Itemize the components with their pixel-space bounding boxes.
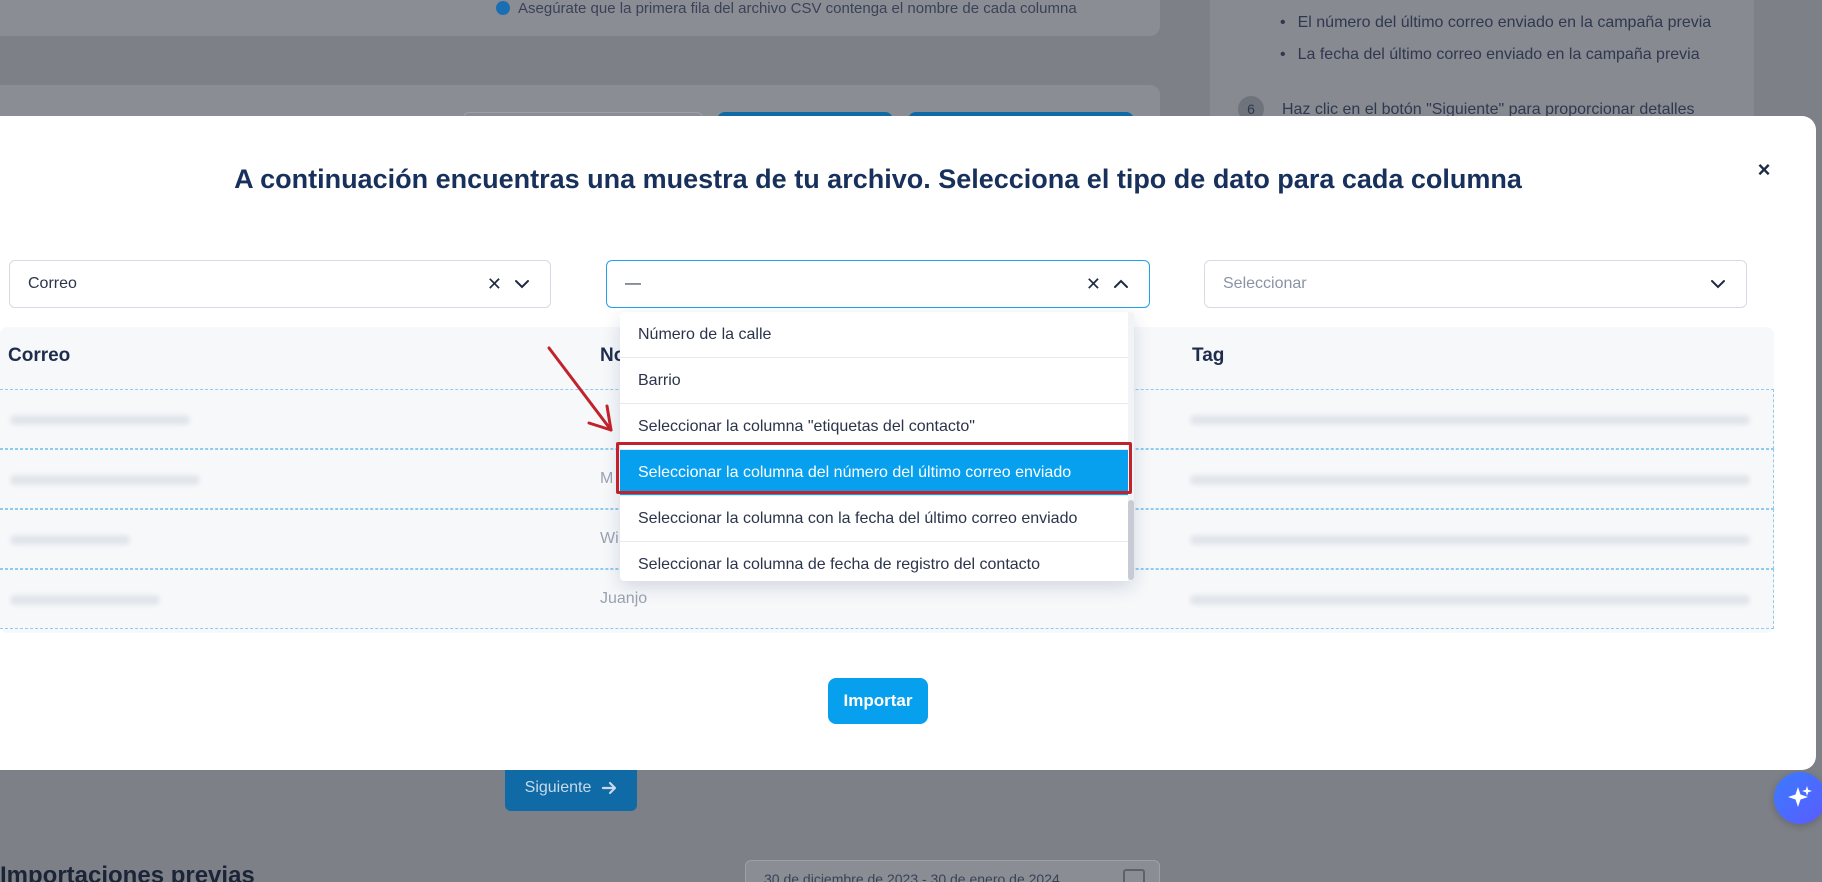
column-mapping-modal: A continuación encuentras una muestra de… [0, 116, 1816, 770]
dropdown-option[interactable]: Seleccionar la columna de fecha de regis… [620, 542, 1128, 581]
bg-tip-card: Asegúrate que la primera fila del archiv… [0, 0, 1160, 36]
annotation-arrow [547, 346, 613, 432]
scrollbar-thumb[interactable] [1128, 500, 1134, 580]
clear-icon[interactable]: ✕ [1086, 275, 1101, 293]
next-button-label: Siguiente [524, 779, 592, 796]
dropdown-option[interactable]: Seleccionar la columna "etiquetas del co… [620, 404, 1128, 450]
blurred-cell [10, 475, 200, 485]
dropdown-option[interactable]: Número de la calle [620, 312, 1128, 358]
blurred-cell [1190, 535, 1750, 545]
select-placeholder: Seleccionar [1223, 275, 1307, 292]
bg-instructions-panel: El número del último correo enviado en l… [1210, 0, 1754, 122]
column-header: Correo [8, 345, 71, 366]
table-cell: Wi [600, 530, 619, 547]
column-type-select-1[interactable]: Correo ✕ [9, 260, 551, 308]
bg-tip-text: Asegúrate que la primera fila del archiv… [518, 0, 1077, 17]
chevron-down-icon[interactable] [512, 274, 532, 294]
dropdown-scrollbar[interactable] [1128, 312, 1134, 581]
blurred-cell [1190, 415, 1750, 425]
clear-icon[interactable]: ✕ [487, 275, 502, 293]
sparkle-icon [1788, 786, 1812, 807]
table-cell: M [600, 470, 614, 487]
calendar-icon [1123, 869, 1145, 882]
blurred-cell [10, 415, 190, 425]
bg-tip-line: Asegúrate que la primera fila del archiv… [496, 0, 1077, 17]
date-range-text: 30 de diciembre de 2023 - 30 de enero de… [764, 871, 1060, 882]
blurred-cell [10, 535, 130, 545]
info-icon [496, 1, 510, 15]
dropdown-option-highlighted[interactable]: Seleccionar la columna del número del úl… [620, 450, 1128, 496]
date-range-picker[interactable]: 30 de diciembre de 2023 - 30 de enero de… [745, 860, 1160, 882]
select-value: — [625, 275, 641, 292]
table-cell: Juanjo [600, 590, 648, 607]
column-header: Tag [1192, 345, 1225, 366]
bg-bullet-list: El número del último correo enviado en l… [1280, 14, 1712, 78]
bg-bullet-item: El número del último correo enviado en l… [1280, 14, 1712, 32]
column-type-select-3[interactable]: Seleccionar [1204, 260, 1747, 308]
blurred-cell [1190, 595, 1750, 605]
chevron-down-icon[interactable] [1708, 274, 1728, 294]
blurred-cell [10, 595, 160, 605]
chevron-up-icon[interactable] [1111, 274, 1131, 294]
dropdown-option[interactable]: Barrio [620, 358, 1128, 404]
column-type-select-2[interactable]: — ✕ [606, 260, 1150, 308]
next-button[interactable]: Siguiente [505, 765, 637, 811]
previous-imports-heading: Importaciones previas [0, 862, 255, 882]
arrow-right-icon [602, 781, 617, 795]
import-button[interactable]: Importar [828, 678, 928, 724]
column-type-dropdown: Número de la calle Barrio Seleccionar la… [620, 312, 1134, 581]
close-icon[interactable]: × [1752, 158, 1776, 182]
modal-title: A continuación encuentras una muestra de… [234, 164, 1522, 194]
dropdown-option[interactable]: Seleccionar la columna con la fecha del … [620, 496, 1128, 542]
blurred-cell [1190, 475, 1750, 485]
select-value: Correo [28, 275, 77, 292]
bg-bullet-item: La fecha del último correo enviado en la… [1280, 46, 1711, 64]
ai-assistant-button[interactable] [1774, 772, 1822, 824]
